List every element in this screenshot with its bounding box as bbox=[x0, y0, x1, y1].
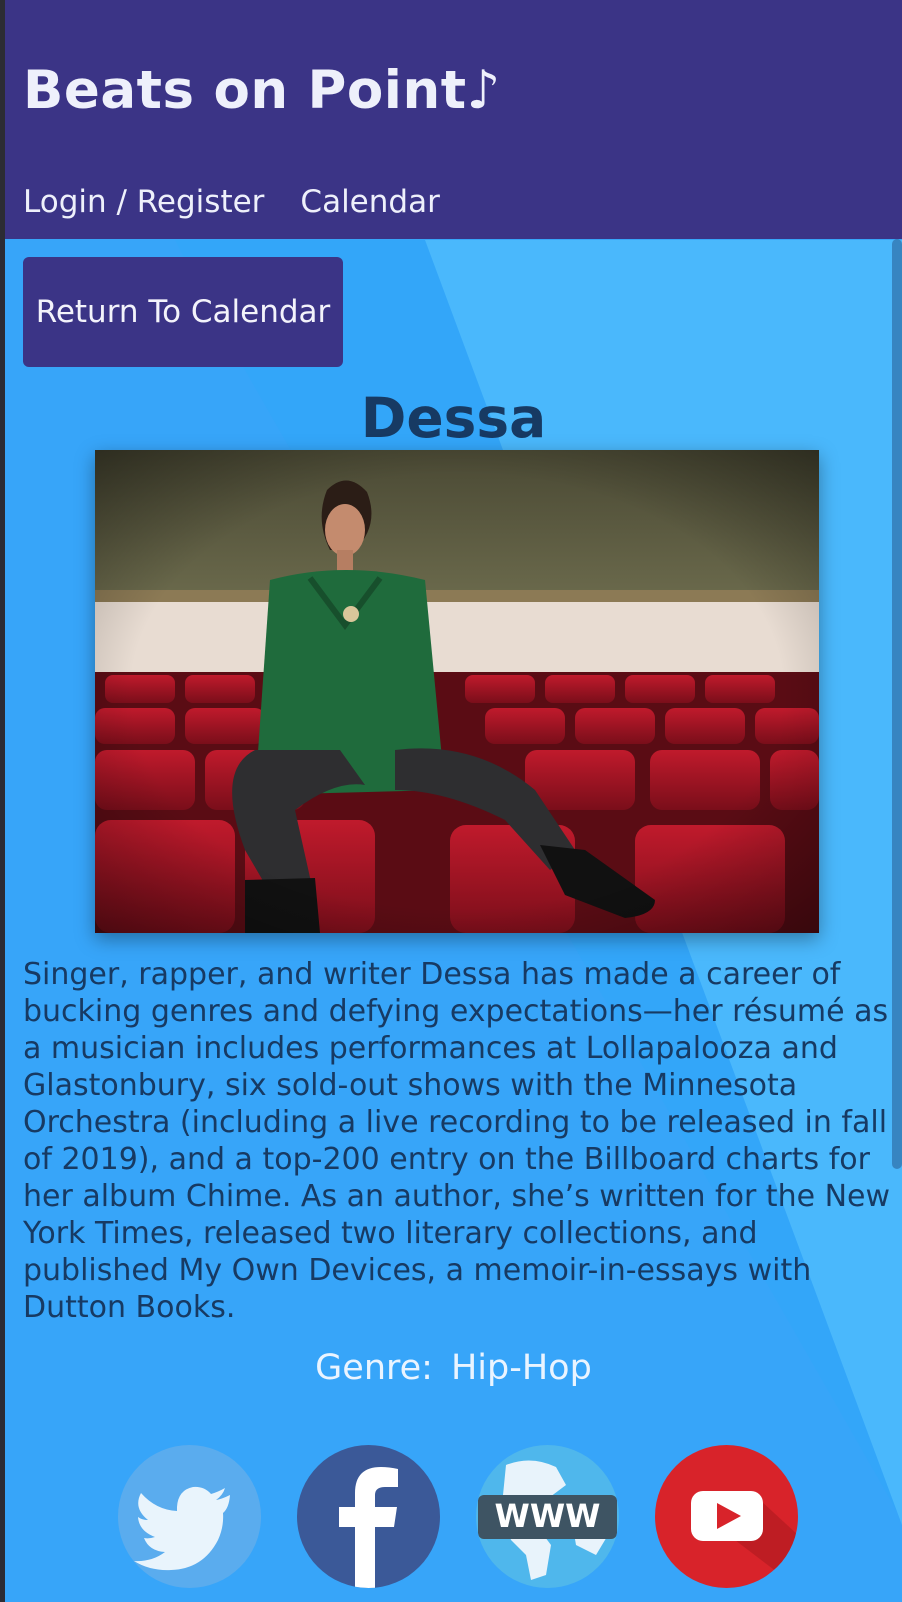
nav-calendar[interactable]: Calendar bbox=[300, 184, 439, 220]
svg-text:WWW: WWW bbox=[495, 1497, 601, 1535]
site-header: Beats on Point♪ Login / Register Calenda… bbox=[5, 0, 902, 239]
genre-value: Hip-Hop bbox=[450, 1348, 592, 1388]
genre-label: Genre: bbox=[315, 1348, 433, 1388]
site-title[interactable]: Beats on Point♪ bbox=[23, 60, 501, 121]
artist-name: Dessa bbox=[360, 386, 547, 450]
nav-login-register[interactable]: Login / Register bbox=[23, 184, 264, 220]
website-link[interactable]: WWW bbox=[476, 1445, 619, 1588]
artist-bio: Singer, rapper, and writer Dessa has mad… bbox=[23, 957, 891, 1325]
youtube-icon bbox=[691, 1491, 798, 1588]
genre-line: Genre: Hip-Hop bbox=[5, 1348, 902, 1388]
facebook-icon bbox=[339, 1467, 398, 1588]
return-to-calendar-button[interactable]: Return To Calendar bbox=[23, 257, 343, 367]
twitter-icon bbox=[134, 1486, 230, 1571]
facebook-link[interactable] bbox=[297, 1445, 440, 1588]
artist-photo bbox=[95, 450, 819, 933]
website-icon: WWW bbox=[478, 1460, 617, 1580]
page-scrollbar[interactable] bbox=[892, 239, 902, 1169]
main-nav: Login / Register Calendar bbox=[23, 184, 440, 220]
page-frame: Beats on Point♪ Login / Register Calenda… bbox=[5, 0, 902, 1602]
youtube-link[interactable] bbox=[655, 1445, 798, 1588]
twitter-link[interactable] bbox=[118, 1445, 261, 1588]
social-links: WWW bbox=[118, 1445, 798, 1588]
